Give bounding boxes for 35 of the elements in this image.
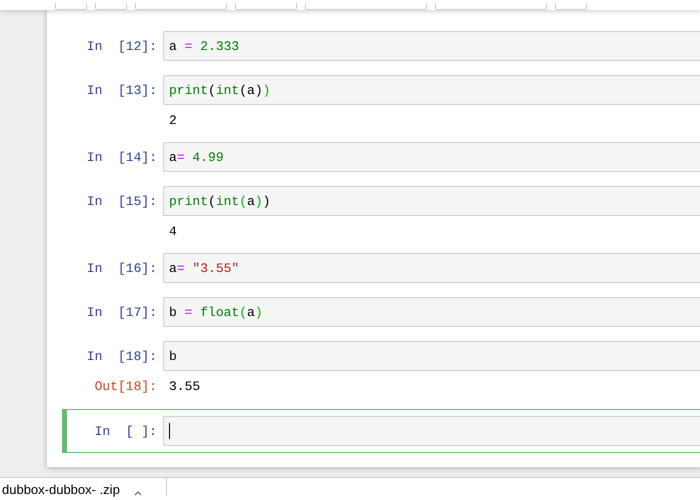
output-prompt: Out[18]: bbox=[94, 379, 158, 394]
code-input[interactable]: a = 2.333 bbox=[163, 31, 700, 61]
code-input[interactable]: a= ″3.55″ bbox=[163, 253, 700, 283]
chevron-icon[interactable] bbox=[134, 490, 142, 496]
notebook-cell[interactable]: In [16]: a= ″3.55″ bbox=[62, 252, 700, 284]
code-input[interactable]: a= 4.99 bbox=[163, 142, 700, 172]
code-input[interactable] bbox=[163, 416, 700, 446]
notebook-cell[interactable]: In [14]: a= 4.99 bbox=[62, 141, 700, 173]
code-input[interactable]: b = float(a) bbox=[163, 297, 700, 327]
code-input[interactable]: print(int(a)) bbox=[163, 75, 700, 105]
input-prompt: In [15]: bbox=[86, 194, 158, 208]
input-prompt: In [17]: bbox=[86, 304, 158, 320]
toolbar-button[interactable] bbox=[555, 3, 587, 10]
toolbar-button[interactable] bbox=[235, 3, 297, 10]
toolbar-button[interactable] bbox=[55, 3, 87, 10]
notebook-cell[interactable]: In [12]: a = 2.333 bbox=[62, 30, 700, 62]
cell-output: 3.55 bbox=[168, 379, 200, 394]
notebook-cell[interactable]: In [18]: b Out[18]: 3.55 bbox=[62, 340, 700, 395]
notebook-cell[interactable]: In [ ]: bbox=[62, 409, 700, 453]
download-file-name[interactable]: dubbox-dubbox- .zip bbox=[2, 478, 120, 497]
notebook-cell[interactable]: In [17]: b = float(a) bbox=[62, 296, 700, 328]
input-prompt: In [16]: bbox=[86, 260, 158, 276]
input-prompt: In [18]: bbox=[86, 348, 158, 364]
input-prompt: In [12]: bbox=[86, 38, 158, 54]
input-prompt: In [14]: bbox=[86, 150, 158, 164]
input-prompt: In [13]: bbox=[86, 82, 158, 98]
toolbar-button[interactable] bbox=[305, 3, 427, 10]
cell-output: 2 bbox=[168, 113, 177, 128]
input-prompt: In [ ]: bbox=[94, 424, 158, 438]
code-input[interactable]: b bbox=[163, 341, 700, 371]
toolbar-button[interactable] bbox=[135, 3, 227, 10]
code-input[interactable]: print(int(a)) bbox=[163, 186, 700, 216]
toolbar-button[interactable] bbox=[435, 3, 547, 10]
cell-output: 4 bbox=[168, 224, 177, 239]
toolbar-button[interactable] bbox=[95, 3, 127, 10]
